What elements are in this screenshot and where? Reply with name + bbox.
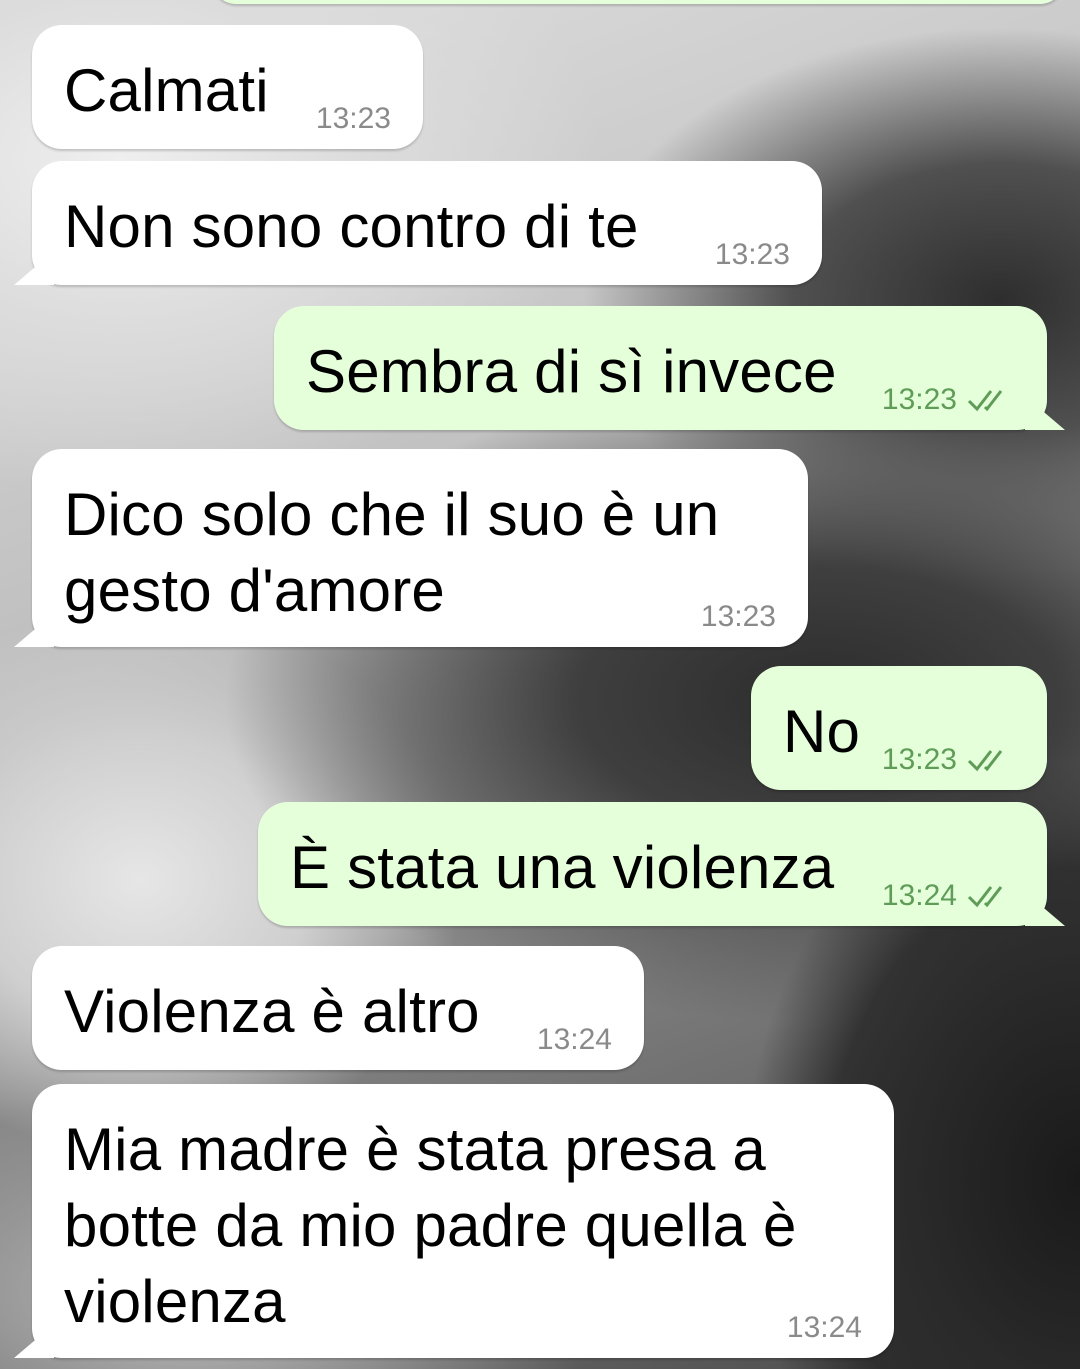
incoming-message[interactable]: Violenza è altro 13:24 [32, 946, 644, 1070]
message-time: 13:23 [881, 383, 957, 416]
incoming-message[interactable]: Dico solo che il suo è un gesto d'amore … [32, 449, 808, 647]
message-text: Mia madre è stata presa a botte da mio p… [64, 1116, 797, 1335]
message-text: Dico solo che il suo è un gesto d'amore [64, 481, 720, 624]
outgoing-message[interactable]: Sembra di sì invece 13:23 [274, 306, 1047, 430]
message-time: 13:24 [786, 1311, 862, 1344]
message-text: Non sono contro di te [64, 193, 639, 260]
message-time: 13:24 [536, 1023, 612, 1056]
message-time: 13:23 [881, 743, 957, 776]
message-meta: 13:23 [882, 382, 1015, 418]
message-list[interactable]: Calmati 13:23 Non sono contro di te 13:2… [0, 0, 1080, 1369]
double-check-icon [967, 750, 1003, 772]
previous-message-bubble-edge [212, 0, 1064, 4]
message-meta: 13:23 [715, 237, 790, 273]
incoming-message[interactable]: Mia madre è stata presa a botte da mio p… [32, 1084, 894, 1358]
message-meta: 13:23 [316, 101, 391, 137]
message-time: 13:23 [700, 600, 776, 633]
message-meta: 13:23 [882, 742, 1015, 778]
outgoing-message[interactable]: No 13:23 [751, 666, 1047, 790]
message-time: 13:23 [315, 102, 391, 135]
outgoing-message[interactable]: È stata una violenza 13:24 [258, 802, 1047, 926]
message-meta: 13:23 [701, 599, 776, 635]
message-time: 13:24 [881, 879, 957, 912]
message-meta: 13:24 [537, 1022, 612, 1058]
message-time: 13:23 [714, 238, 790, 271]
double-check-icon [967, 390, 1003, 412]
message-meta: 13:24 [787, 1310, 862, 1346]
incoming-message[interactable]: Calmati 13:23 [32, 25, 423, 149]
double-check-icon [967, 886, 1003, 908]
incoming-message[interactable]: Non sono contro di te 13:23 [32, 161, 822, 285]
message-text: Violenza è altro [64, 978, 480, 1045]
message-meta: 13:24 [882, 878, 1015, 914]
